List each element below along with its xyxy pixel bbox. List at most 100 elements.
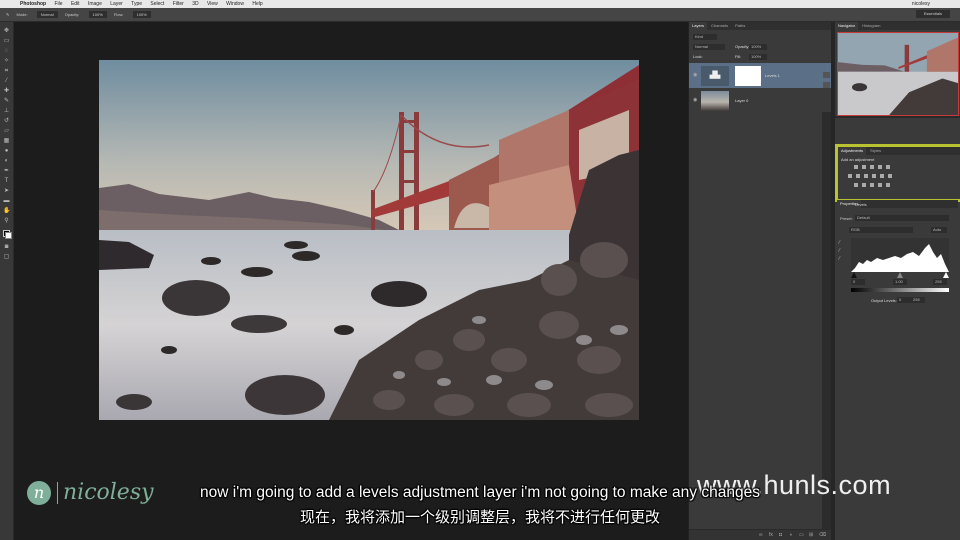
hue-saturation-icon[interactable] [848,174,852,178]
layer-opacity-field[interactable]: 100% [749,44,767,50]
hand-tool-icon[interactable]: ✋ [3,208,10,214]
selective-color-icon[interactable] [886,183,890,187]
actions-panel-icon[interactable] [823,82,830,88]
menu-window[interactable]: Window [226,0,244,8]
output-white-field[interactable]: 255 [911,297,925,303]
navigator-preview[interactable] [837,32,959,116]
eyedropper-tool-icon[interactable]: ⁄ [3,78,10,84]
input-gamma-field[interactable]: 1.00 [893,279,907,285]
preset-select[interactable]: Default [855,215,949,221]
black-eyedropper-icon[interactable]: ⁄ [839,240,840,246]
history-panel-icon[interactable] [823,72,830,78]
white-eyedropper-icon[interactable]: ⁄ [839,256,840,262]
lasso-tool-icon[interactable]: ◌ [3,48,10,54]
input-sliders[interactable] [851,272,949,278]
path-select-tool-icon[interactable]: ➤ [3,188,10,194]
tab-adjustments[interactable]: Adjustments [838,147,867,155]
invert-icon[interactable] [854,183,858,187]
workspace-switcher[interactable]: Essentials [915,10,950,18]
healing-tool-icon[interactable]: ✚ [3,88,10,94]
brightness-contrast-icon[interactable] [854,165,858,169]
marquee-tool-icon[interactable]: ▭ [3,38,10,44]
brush-preset-icon[interactable]: ✎ [6,8,9,21]
tab-paths[interactable]: Paths [732,22,748,30]
menu-3d[interactable]: 3D [192,0,198,8]
curves-icon[interactable] [870,165,874,169]
quick-mask-icon[interactable]: ◙ [3,244,10,250]
visibility-eye-icon[interactable]: ◉ [693,72,697,78]
layers-panel-tabs: Layers Channels Paths [689,22,831,30]
color-swatches-icon[interactable] [3,230,12,239]
input-black-field[interactable]: 0 [851,279,865,285]
input-white-field[interactable]: 255 [933,279,947,285]
menu-filter[interactable]: Filter [173,0,184,8]
tab-styles[interactable]: Styles [867,147,884,155]
new-group-icon[interactable]: ▭ [799,532,804,538]
history-brush-tool-icon[interactable]: ↺ [3,118,10,124]
menu-image[interactable]: Image [88,0,102,8]
layer-row-background[interactable]: ◉ Layer 0 [689,88,831,113]
brush-tool-icon[interactable]: ✎ [3,98,10,104]
menu-layer[interactable]: Layer [110,0,123,8]
options-bar: ✎ Mode: Normal Opacity: 100% Flow: 100% … [0,8,960,22]
gray-eyedropper-icon[interactable]: ⁄ [839,248,840,254]
document-image[interactable] [99,60,639,420]
tab-layers[interactable]: Layers [689,22,708,30]
vibrance-icon[interactable] [886,165,890,169]
layer-name[interactable]: Levels 1 [765,73,780,78]
layer-name[interactable]: Layer 0 [735,98,748,103]
eraser-tool-icon[interactable]: ▱ [3,128,10,134]
output-black-field[interactable]: 0 [897,297,911,303]
channel-mixer-icon[interactable] [880,174,884,178]
delete-layer-icon[interactable]: ⌫ [819,532,826,538]
type-tool-icon[interactable]: T [3,178,10,184]
subtitle-english: now i'm going to add a levels adjustment… [200,484,760,501]
pen-tool-icon[interactable]: ✒ [3,168,10,174]
layer-row-levels[interactable]: ◉ ▟▙ Levels 1 [689,63,831,88]
auto-button[interactable]: Auto [931,227,947,233]
screen-mode-icon[interactable]: ▢ [3,254,10,260]
zoom-tool-icon[interactable]: ⚲ [3,218,10,224]
menu-file[interactable]: File [55,0,63,8]
photo-filter-icon[interactable] [872,174,876,178]
menu-edit[interactable]: Edit [71,0,80,8]
mode-select[interactable]: Normal [36,11,58,19]
app-menu[interactable]: Photoshop [20,0,46,8]
gradient-map-icon[interactable] [878,183,882,187]
fill-field[interactable]: 100% [749,54,767,60]
tab-channels[interactable]: Channels [708,22,731,30]
tab-histogram[interactable]: Histogram [859,22,883,30]
new-layer-icon[interactable]: ⊞ [809,532,813,538]
move-tool-icon[interactable]: ✥ [3,28,10,34]
color-lookup-icon[interactable] [888,174,892,178]
threshold-icon[interactable] [870,183,874,187]
menu-type[interactable]: Type [131,0,142,8]
tab-navigator[interactable]: Navigator [835,22,859,30]
black-white-icon[interactable] [864,174,868,178]
posterize-icon[interactable] [862,183,866,187]
link-layers-icon[interactable]: ∞ [759,532,763,538]
menu-view[interactable]: View [207,0,218,8]
add-mask-icon[interactable]: ◘ [779,532,782,538]
levels-icon[interactable] [862,165,866,169]
stamp-tool-icon[interactable]: ⊥ [3,108,10,114]
flow-field[interactable]: 100% [132,11,151,19]
layer-filter-select[interactable]: Kind [693,34,717,40]
dodge-tool-icon[interactable]: ◐ [3,158,10,164]
channel-select[interactable]: RGB [849,227,913,233]
quick-select-tool-icon[interactable]: ✧ [3,58,10,64]
layer-mask-thumbnail[interactable] [735,66,761,86]
new-adjustment-icon[interactable]: ◑ [789,532,792,538]
shape-tool-icon[interactable]: ▬ [3,198,10,204]
visibility-eye-icon[interactable]: ◉ [693,97,697,103]
exposure-icon[interactable] [878,165,882,169]
blur-tool-icon[interactable]: ● [3,148,10,154]
menu-help[interactable]: Help [252,0,262,8]
menu-select[interactable]: Select [150,0,164,8]
blend-mode-select[interactable]: Normal [693,44,725,50]
crop-tool-icon[interactable]: ⌗ [3,68,10,74]
gradient-tool-icon[interactable]: ▦ [3,138,10,144]
add-style-icon[interactable]: fx [769,532,773,538]
opacity-field[interactable]: 100% [88,11,107,19]
color-balance-icon[interactable] [856,174,860,178]
